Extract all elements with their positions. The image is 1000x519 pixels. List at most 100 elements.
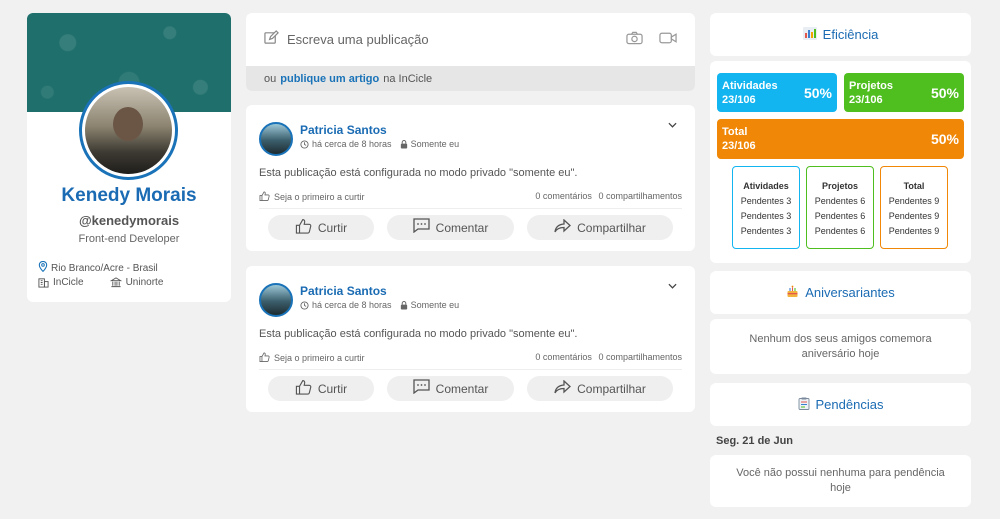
post-time: há cerca de 8 horas	[300, 139, 392, 149]
profile-school[interactable]: Uninorte	[109, 277, 164, 288]
post-privacy-text: Somente eu	[410, 139, 460, 149]
post-author[interactable]: Patricia Santos	[300, 284, 387, 298]
comment-button[interactable]: Comentar	[387, 376, 514, 401]
breakdown-line: Pendentes 9	[888, 211, 940, 221]
profile-avatar[interactable]	[79, 81, 178, 180]
post-author-avatar[interactable]	[259, 283, 293, 317]
post-counts: 0 comentários 0 compartilhamentos	[531, 352, 682, 364]
post-share-count[interactable]: 0 compartilhamentos	[598, 352, 682, 362]
projetos-title: Projetos	[849, 80, 894, 92]
article-prompt: ou publique um artigo na InCicle	[246, 66, 695, 91]
post-likes[interactable]: Seja o primeiro a curtir	[259, 352, 365, 364]
like-label: Curtir	[317, 381, 348, 396]
breakdown-title: Projetos	[821, 181, 858, 191]
like-label: Curtir	[317, 220, 348, 235]
post-time-text: há cerca de 8 horas	[312, 139, 392, 149]
total-count: 23/106	[722, 140, 756, 152]
thumbs-up-icon	[259, 191, 270, 203]
pending-date: Seg. 21 de Jun	[716, 435, 794, 447]
share-icon	[554, 379, 572, 398]
like-button[interactable]: Curtir	[268, 215, 374, 240]
total-tile[interactable]: Total 23/106 50%	[717, 119, 964, 159]
comment-icon	[413, 379, 430, 398]
breakdown-title: Total	[903, 181, 925, 191]
breakdown-line: Pendentes 3	[740, 211, 792, 221]
share-button[interactable]: Compartilhar	[527, 215, 673, 240]
profile-orgs: InCicle Uninorte	[38, 277, 163, 288]
birthdays-header[interactable]: Aniversariantes	[710, 271, 971, 314]
total-breakdown: Total Pendentes 9 Pendentes 9 Pendentes …	[880, 166, 948, 249]
share-button[interactable]: Compartilhar	[527, 376, 673, 401]
profile-card: Kenedy Morais @kenedymorais Front-end De…	[27, 13, 231, 302]
pending-panel: Você não possui nenhuma para pendência h…	[710, 455, 971, 507]
pending-header[interactable]: Pendências	[710, 383, 971, 426]
post-comment-count[interactable]: 0 comentários	[535, 191, 592, 201]
profile-school-text: Uninorte	[125, 277, 164, 288]
breakdown-line: Pendentes 3	[740, 226, 792, 236]
post-likes[interactable]: Seja o primeiro a curtir	[259, 191, 365, 203]
post-comment-count[interactable]: 0 comentários	[535, 352, 592, 362]
total-label: Total 23/106	[722, 125, 756, 153]
thumbs-up-icon	[259, 352, 270, 364]
clock-icon	[300, 139, 309, 149]
birthdays-empty-text: Nenhum dos seus amigos comemora aniversá…	[749, 332, 932, 360]
atividades-breakdown: Atividades Pendentes 3 Pendentes 3 Pende…	[732, 166, 800, 249]
projetos-count: 23/106	[849, 94, 883, 106]
post-time: há cerca de 8 horas	[300, 300, 392, 310]
camera-icon[interactable]	[626, 31, 643, 49]
projetos-percent: 50%	[930, 85, 959, 101]
post-share-count[interactable]: 0 compartilhamentos	[598, 191, 682, 201]
breakdown-line: Pendentes 6	[814, 226, 866, 236]
video-icon[interactable]	[659, 31, 677, 49]
atividades-label: Atividades 23/106	[722, 79, 778, 107]
post-meta: há cerca de 8 horas Somente eu	[300, 139, 459, 149]
post-author[interactable]: Patricia Santos	[300, 123, 387, 137]
post-author-avatar[interactable]	[259, 122, 293, 156]
clock-icon	[300, 300, 309, 310]
profile-company[interactable]: InCicle	[38, 277, 84, 288]
avatar-image	[85, 87, 172, 174]
profile-location: Rio Branco/Acre - Brasil	[38, 260, 158, 275]
post-composer: Escreva uma publicação ou publique um ar…	[246, 13, 695, 91]
post-card: Patricia Santos há cerca de 8 horas Some…	[246, 266, 695, 412]
post-actions: Curtir Comentar Compartilhar	[268, 215, 673, 240]
efficiency-header[interactable]: Eficiência	[710, 13, 971, 56]
map-pin-icon	[38, 260, 48, 275]
post-time-text: há cerca de 8 horas	[312, 300, 392, 310]
breakdown-line: Pendentes 9	[888, 196, 940, 206]
comment-button[interactable]: Comentar	[387, 215, 514, 240]
post-privacy-text: Somente eu	[410, 300, 460, 310]
cake-icon	[786, 285, 799, 301]
efficiency-title: Eficiência	[822, 27, 879, 42]
comment-icon	[413, 218, 430, 237]
post-card: Patricia Santos há cerca de 8 horas Some…	[246, 105, 695, 251]
bar-chart-icon	[802, 26, 817, 43]
post-privacy: Somente eu	[400, 300, 460, 310]
birthdays-panel: Nenhum dos seus amigos comemora aniversá…	[710, 319, 971, 374]
composer-placeholder[interactable]: Escreva uma publicação	[287, 32, 626, 47]
share-label: Compartilhar	[577, 220, 646, 235]
composer-input-row[interactable]: Escreva uma publicação	[246, 13, 695, 66]
post-actions: Curtir Comentar Compartilhar	[268, 376, 673, 401]
breakdown-line: Pendentes 9	[888, 226, 940, 236]
article-prefix: ou	[264, 72, 277, 85]
publish-article-link[interactable]: publique um artigo	[280, 73, 379, 85]
institution-icon	[109, 277, 122, 288]
post-body: Esta publicação está configurada no modo…	[259, 328, 578, 340]
chevron-down-icon[interactable]	[668, 119, 677, 131]
thumbs-up-icon	[295, 218, 312, 238]
atividades-percent: 50%	[803, 85, 832, 101]
pending-title: Pendências	[815, 397, 884, 412]
post-likes-text: Seja o primeiro a curtir	[274, 353, 365, 363]
pencil-icon	[264, 30, 279, 49]
like-button[interactable]: Curtir	[268, 376, 374, 401]
post-counts: 0 comentários 0 compartilhamentos	[531, 191, 682, 203]
atividades-tile[interactable]: Atividades 23/106 50%	[717, 73, 837, 112]
projetos-tile[interactable]: Projetos 23/106 50%	[844, 73, 964, 112]
profile-name[interactable]: Kenedy Morais	[27, 185, 231, 207]
profile-role: Front-end Developer	[78, 233, 180, 245]
breakdown-line: Pendentes 6	[814, 196, 866, 206]
profile-company-text: InCicle	[53, 277, 84, 288]
chevron-down-icon[interactable]	[668, 280, 677, 292]
breakdown-line: Pendentes 3	[740, 196, 792, 206]
